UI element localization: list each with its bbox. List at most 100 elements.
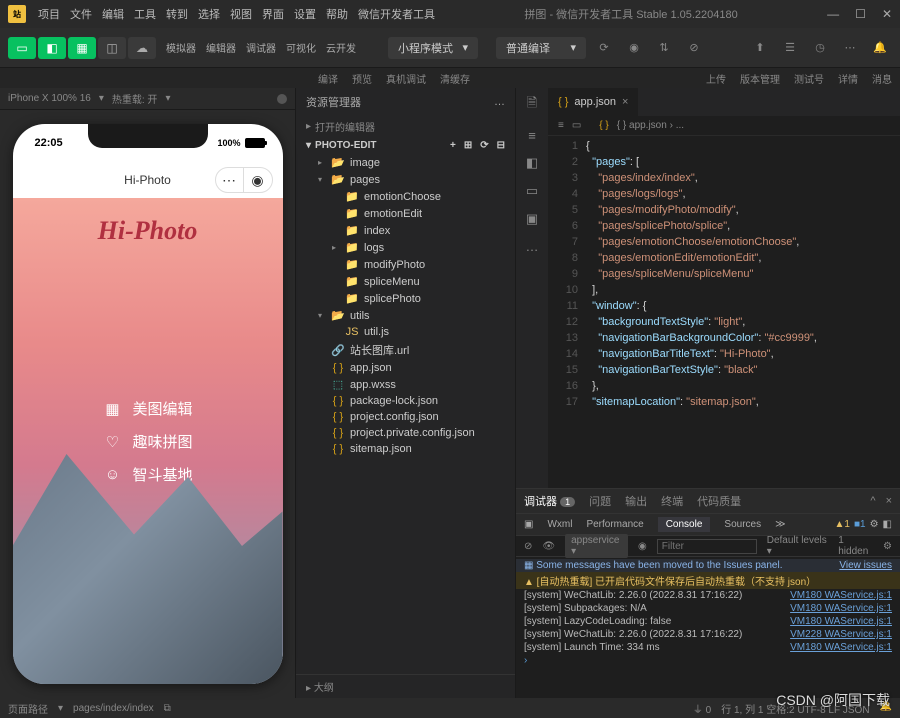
devtab-console[interactable]: Console	[658, 517, 711, 532]
tab-codequality[interactable]: 代码质量	[697, 493, 741, 509]
outline-section[interactable]: ▸ 大纲	[296, 674, 515, 698]
dock-icon[interactable]: ◧	[883, 519, 892, 530]
log-source-link[interactable]: VM180 WAService.js:1	[790, 616, 892, 627]
menu-选择[interactable]: 选择	[198, 6, 220, 22]
close-tab-icon[interactable]: ×	[622, 96, 628, 108]
menu-dots-icon[interactable]: ⋯	[216, 168, 244, 192]
bookmark-icon[interactable]: ▭	[572, 120, 581, 131]
file-emotionEdit[interactable]: 📁emotionEdit	[296, 205, 515, 222]
details-icon[interactable]: ⋯	[838, 37, 862, 59]
settings-gear-icon[interactable]: ⚙	[883, 541, 892, 552]
context-select[interactable]: appservice ▾	[565, 534, 628, 558]
menu-编辑[interactable]: 编辑	[102, 6, 124, 22]
code-editor[interactable]: 1234567891011121314151617 { "pages": [ "…	[548, 136, 900, 488]
tab-app-json[interactable]: { } app.json ×	[548, 88, 639, 116]
menu-界面[interactable]: 界面	[262, 6, 284, 22]
menu-item-smile[interactable]: ☺智斗基地	[102, 464, 192, 485]
file-project.private.config.json[interactable]: { }project.private.config.json	[296, 425, 515, 441]
log-line[interactable]: [system] Launch Time: 334 msVM180 WAServ…	[516, 641, 900, 654]
file-splicePhoto[interactable]: 📁splicePhoto	[296, 290, 515, 307]
menu-item-image[interactable]: ▦美图编辑	[102, 398, 192, 419]
file-utils[interactable]: ▾📂utils	[296, 307, 515, 324]
log-source-link[interactable]: VM180 WAService.js:1	[790, 590, 892, 601]
file-util.js[interactable]: JSutil.js	[296, 324, 515, 340]
mode-select[interactable]: 小程序模式▾	[388, 37, 478, 59]
tab-problems[interactable]: 问题	[589, 493, 611, 509]
tab-terminal[interactable]: 终端	[661, 493, 683, 509]
wifi-icon[interactable]: ⏚ 0	[693, 701, 711, 716]
list-icon[interactable]: ≡	[558, 120, 564, 131]
split-icon[interactable]: ◧	[526, 155, 538, 171]
visual-toggle[interactable]: ◫	[98, 37, 126, 59]
file-app.json[interactable]: { }app.json	[296, 360, 515, 376]
device-label[interactable]: iPhone X 100% 16	[8, 93, 91, 104]
devtab-sources[interactable]: Sources	[724, 519, 761, 530]
log-line[interactable]: [system] WeChatLib: 2.26.0 (2022.8.31 17…	[516, 589, 900, 602]
page-path[interactable]: pages/index/index	[73, 703, 154, 714]
levels-select[interactable]: Default levels ▾	[767, 535, 829, 557]
project-root[interactable]: ▾ PHOTO-EDIT + ⊞ ⟳ ⊟	[296, 137, 515, 154]
compile-icon[interactable]: ⟳	[592, 37, 616, 59]
file-app.wxss[interactable]: ⬚app.wxss	[296, 376, 515, 393]
bell-icon[interactable]: 🔔	[880, 701, 892, 716]
menu-视图[interactable]: 视图	[230, 6, 252, 22]
file-站长图库.url[interactable]: 🔗站长图库.url	[296, 340, 515, 360]
log-line[interactable]: [system] LazyCodeLoading: falseVM180 WAS…	[516, 615, 900, 628]
warning-count[interactable]: ▲1	[835, 519, 850, 530]
file-project.config.json[interactable]: { }project.config.json	[296, 409, 515, 425]
collapse-icon[interactable]: ⊟	[497, 140, 505, 151]
testid-icon[interactable]: ◷	[808, 37, 832, 59]
menu-设置[interactable]: 设置	[294, 6, 316, 22]
tab-output[interactable]: 输出	[625, 493, 647, 509]
log-line[interactable]: [system] Subpackages: N/AVM180 WAService…	[516, 602, 900, 615]
devtab-more[interactable]: ≫	[775, 519, 785, 530]
files-icon[interactable]: 🗎	[527, 94, 537, 116]
list-icon[interactable]: ≡	[528, 128, 536, 143]
file-spliceMenu[interactable]: 📁spliceMenu	[296, 273, 515, 290]
file-package-lock.json[interactable]: { }package-lock.json	[296, 393, 515, 409]
plus-icon[interactable]: ▣	[526, 211, 538, 227]
file-sitemap.json[interactable]: { }sitemap.json	[296, 441, 515, 457]
devtab-performance[interactable]: Performance	[586, 519, 643, 530]
capsule-button[interactable]: ⋯ ◉	[215, 167, 273, 193]
file-image[interactable]: ▸📂image	[296, 154, 515, 171]
menu-文件[interactable]: 文件	[70, 6, 92, 22]
close-panel-icon[interactable]: ×	[886, 495, 892, 507]
log-line[interactable]: ▲ [自动热重载] 已开启代码文件保存后自动热重载（不支持 json）	[516, 572, 900, 589]
clear-console-icon[interactable]: ⊘	[524, 541, 532, 552]
log-line[interactable]: [system] WeChatLib: 2.26.0 (2022.8.31 17…	[516, 628, 900, 641]
target-icon[interactable]: ◉	[244, 168, 272, 192]
eye-icon[interactable]: 👁	[542, 541, 555, 552]
tab-debugger[interactable]: 调试器 1	[524, 493, 575, 509]
simulator-toggle[interactable]: ▭	[8, 37, 36, 59]
file-logs[interactable]: ▸📁logs	[296, 239, 515, 256]
copy-icon[interactable]: ⧉	[164, 703, 171, 714]
route-label[interactable]: 页面路径	[8, 701, 48, 716]
explorer-more-icon[interactable]: …	[494, 96, 505, 108]
issues-banner[interactable]: ▦ Some messages have been moved to the I…	[516, 559, 900, 572]
menu-项目[interactable]: 项目	[38, 6, 60, 22]
menu-工具[interactable]: 工具	[134, 6, 156, 22]
refresh-icon[interactable]: ⟳	[480, 140, 488, 151]
more-icon[interactable]: …	[526, 239, 539, 254]
log-source-link[interactable]: VM228 WAService.js:1	[790, 629, 892, 640]
devtab-wxml[interactable]: Wxml	[547, 519, 572, 530]
menu-item-heart[interactable]: ♡趣味拼图	[102, 431, 192, 452]
message-icon[interactable]: 🔔	[868, 37, 892, 59]
menu-帮助[interactable]: 帮助	[326, 6, 348, 22]
expand-icon[interactable]: ^	[870, 495, 875, 507]
file-modifyPhoto[interactable]: 📁modifyPhoto	[296, 256, 515, 273]
preview-icon[interactable]: ◉	[622, 37, 646, 59]
compile-select[interactable]: 普通编译▾	[496, 37, 586, 59]
upload-icon[interactable]: ⬆	[748, 37, 772, 59]
file-emotionChoose[interactable]: 📁emotionChoose	[296, 188, 515, 205]
open-editors-section[interactable]: ▸ 打开的编辑器	[296, 116, 515, 137]
debugger-toggle[interactable]: ▦	[68, 37, 96, 59]
close-icon[interactable]: ✕	[882, 7, 892, 21]
app-body[interactable]: Hi-Photo ▦美图编辑♡趣味拼图☺智斗基地	[13, 198, 283, 684]
cloud-toggle[interactable]: ☁	[128, 37, 156, 59]
console-log-area[interactable]: ▦ Some messages have been moved to the I…	[516, 557, 900, 698]
menu-转到[interactable]: 转到	[166, 6, 188, 22]
file-pages[interactable]: ▾📂pages	[296, 171, 515, 188]
remote-debug-icon[interactable]: ⇅	[652, 37, 676, 59]
